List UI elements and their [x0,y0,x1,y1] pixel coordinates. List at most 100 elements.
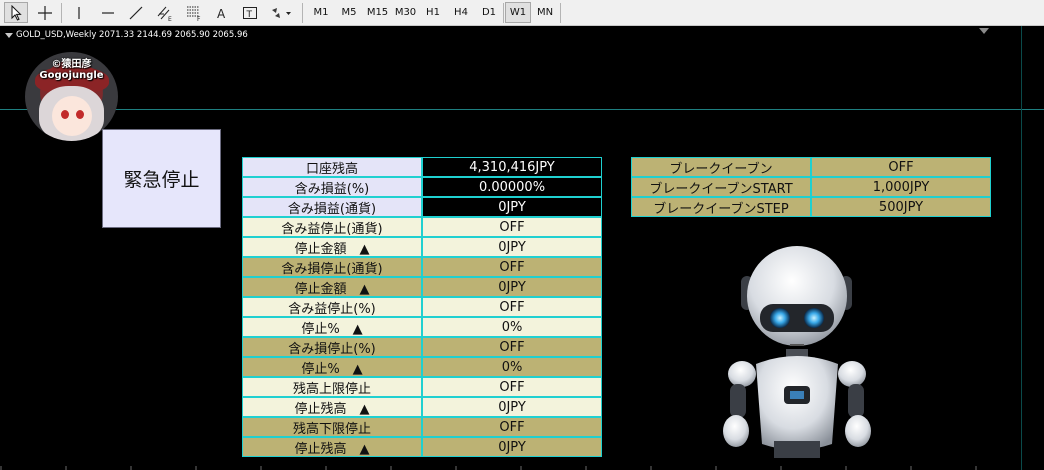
account-table-row: 停止% ▲ 0% [242,357,602,377]
account-table-row: 停止金額 ▲ 0JPY [242,277,602,297]
vertical-line-tool-button[interactable] [67,2,91,23]
text-tool-button[interactable]: A [210,2,234,23]
text-label-icon: T [243,6,257,20]
timeframe-m15-button[interactable]: M15 [364,2,391,23]
account-row-label: 残高下限停止 [242,417,422,437]
timeframe-d1-button[interactable]: D1 [476,2,502,23]
account-table-row: 残高下限停止 OFF [242,417,602,437]
account-row-label: 含み益停止(通貨) [242,217,422,237]
account-row-value[interactable]: 0% [422,357,602,377]
fibonacci-icon: F [187,6,201,22]
account-row-value: 4,310,416JPY [422,157,602,177]
account-row-value[interactable]: 0% [422,317,602,337]
fibonacci-tool-button[interactable]: F [182,2,206,23]
timeframe-h1-button[interactable]: H1 [420,2,446,23]
svg-text:T: T [246,10,253,20]
account-table-row: 口座残高 4,310,416JPY [242,157,602,177]
account-row-label: 停止% ▲ [242,357,422,377]
toolbar-separator [302,3,303,23]
account-row-label: 停止% ▲ [242,317,422,337]
account-row-value[interactable]: OFF [422,257,602,277]
breakeven-table: ブレークイーブン OFF ブレークイーブンSTART 1,000JPY ブレークイーブン… [631,157,991,217]
breakeven-row-label: ブレークイーブンSTART [631,177,811,197]
crosshair-tool-button[interactable] [33,2,57,23]
robot-illustration [723,246,871,458]
chart-area[interactable]: GOLD_USD,Weekly 2071.33 2144.69 2065.90 … [0,26,1044,470]
account-row-label: 含み損益(通貨) [242,197,422,217]
horizontal-line-tool-button[interactable] [96,2,120,23]
arrow-cursor-icon [11,4,22,21]
account-row-label: 停止残高 ▲ [242,437,422,457]
account-table-row: 含み益停止(%) OFF [242,297,602,317]
account-table-row: 停止残高 ▲ 0JPY [242,397,602,417]
breakeven-row-label: ブレークイーブン [631,157,811,177]
avatar-brand-text: Gogojungle [39,70,104,81]
timeframe-m1-button[interactable]: M1 [308,2,334,23]
emergency-stop-button[interactable]: 緊急停止 [102,129,221,228]
toolbar-separator [61,3,62,23]
account-row-label: 停止金額 ▲ [242,237,422,257]
account-row-value[interactable]: OFF [422,217,602,237]
timeframe-m30-button[interactable]: M30 [392,2,419,23]
account-row-label: 口座残高 [242,157,422,177]
text-icon: A [217,7,226,20]
breakeven-row-value[interactable]: OFF [811,157,991,177]
horizontal-line-icon [102,11,114,14]
account-row-label: 停止残高 ▲ [242,397,422,417]
trendline-tool-button[interactable] [124,2,148,23]
avatar-copyright-text: ©猿田彦 [51,59,92,70]
breakeven-table-row: ブレークイーブンSTEP 500JPY [631,197,991,217]
account-table-row: 含み損停止(%) OFF [242,337,602,357]
breakeven-table-row: ブレークイーブン OFF [631,157,991,177]
account-row-label: 含み損益(%) [242,177,422,197]
timeframe-mn-button[interactable]: MN [532,2,558,23]
account-row-label: 含み損停止(通貨) [242,257,422,277]
account-table-row: 含み損停止(通貨) OFF [242,257,602,277]
svg-text:E: E [168,16,172,22]
timeframe-w1-button[interactable]: W1 [505,2,531,23]
account-row-label: 含み損停止(%) [242,337,422,357]
price-scale-divider [1021,26,1022,470]
account-row-value[interactable]: OFF [422,377,602,397]
account-row-value[interactable]: 0JPY [422,277,602,297]
gogojungle-avatar: ©猿田彦 Gogojungle [25,52,118,141]
account-row-value[interactable]: 0JPY [422,437,602,457]
trendline-icon [129,6,143,19]
account-row-value[interactable]: OFF [422,417,602,437]
breakeven-row-label: ブレークイーブンSTEP [631,197,811,217]
account-table-row: 停止% ▲ 0% [242,317,602,337]
account-table-row: 停止残高 ▲ 0JPY [242,437,602,457]
account-row-value: 0.00000% [422,177,602,197]
timeframe-h4-button[interactable]: H4 [448,2,474,23]
account-table-row: 残高上限停止 OFF [242,377,602,397]
account-row-value[interactable]: OFF [422,297,602,317]
account-status-table: 口座残高 4,310,416JPY 含み損益(%) 0.00000% 含み損益(通貨) 0… [242,157,602,457]
account-table-row: 含み損益(通貨) 0JPY [242,197,602,217]
breakeven-row-value[interactable]: 1,000JPY [811,177,991,197]
channel-icon: E [157,6,172,22]
vertical-line-icon [78,6,80,19]
account-row-value[interactable]: 0JPY [422,397,602,417]
account-row-label: 含み益停止(%) [242,297,422,317]
equidistant-channel-tool-button[interactable]: E [153,2,177,23]
svg-text:A: A [217,7,226,20]
account-table-row: 含み益停止(通貨) OFF [242,217,602,237]
account-row-value[interactable]: OFF [422,337,602,357]
account-row-value[interactable]: 0JPY [422,237,602,257]
cursor-tool-button[interactable] [4,2,28,23]
chart-shift-marker-icon[interactable] [979,28,989,34]
arrows-icon [272,7,291,18]
toolbar-separator [503,3,504,23]
account-table-row: 含み損益(%) 0.00000% [242,177,602,197]
symbol-collapse-icon[interactable] [5,33,13,38]
timeframe-m5-button[interactable]: M5 [336,2,362,23]
chart-toolbar: E F A T M1 M5 M15 M30 H1 H4 D1 W1 MN [0,0,1044,26]
price-level-line[interactable] [0,109,1044,110]
time-scale-ticks [0,466,977,470]
account-row-label: 残高上限停止 [242,377,422,397]
text-label-tool-button[interactable]: T [238,2,262,23]
breakeven-row-value[interactable]: 500JPY [811,197,991,217]
arrows-dropdown-button[interactable] [266,2,296,23]
svg-text:F: F [197,16,201,22]
account-row-value: 0JPY [422,197,602,217]
